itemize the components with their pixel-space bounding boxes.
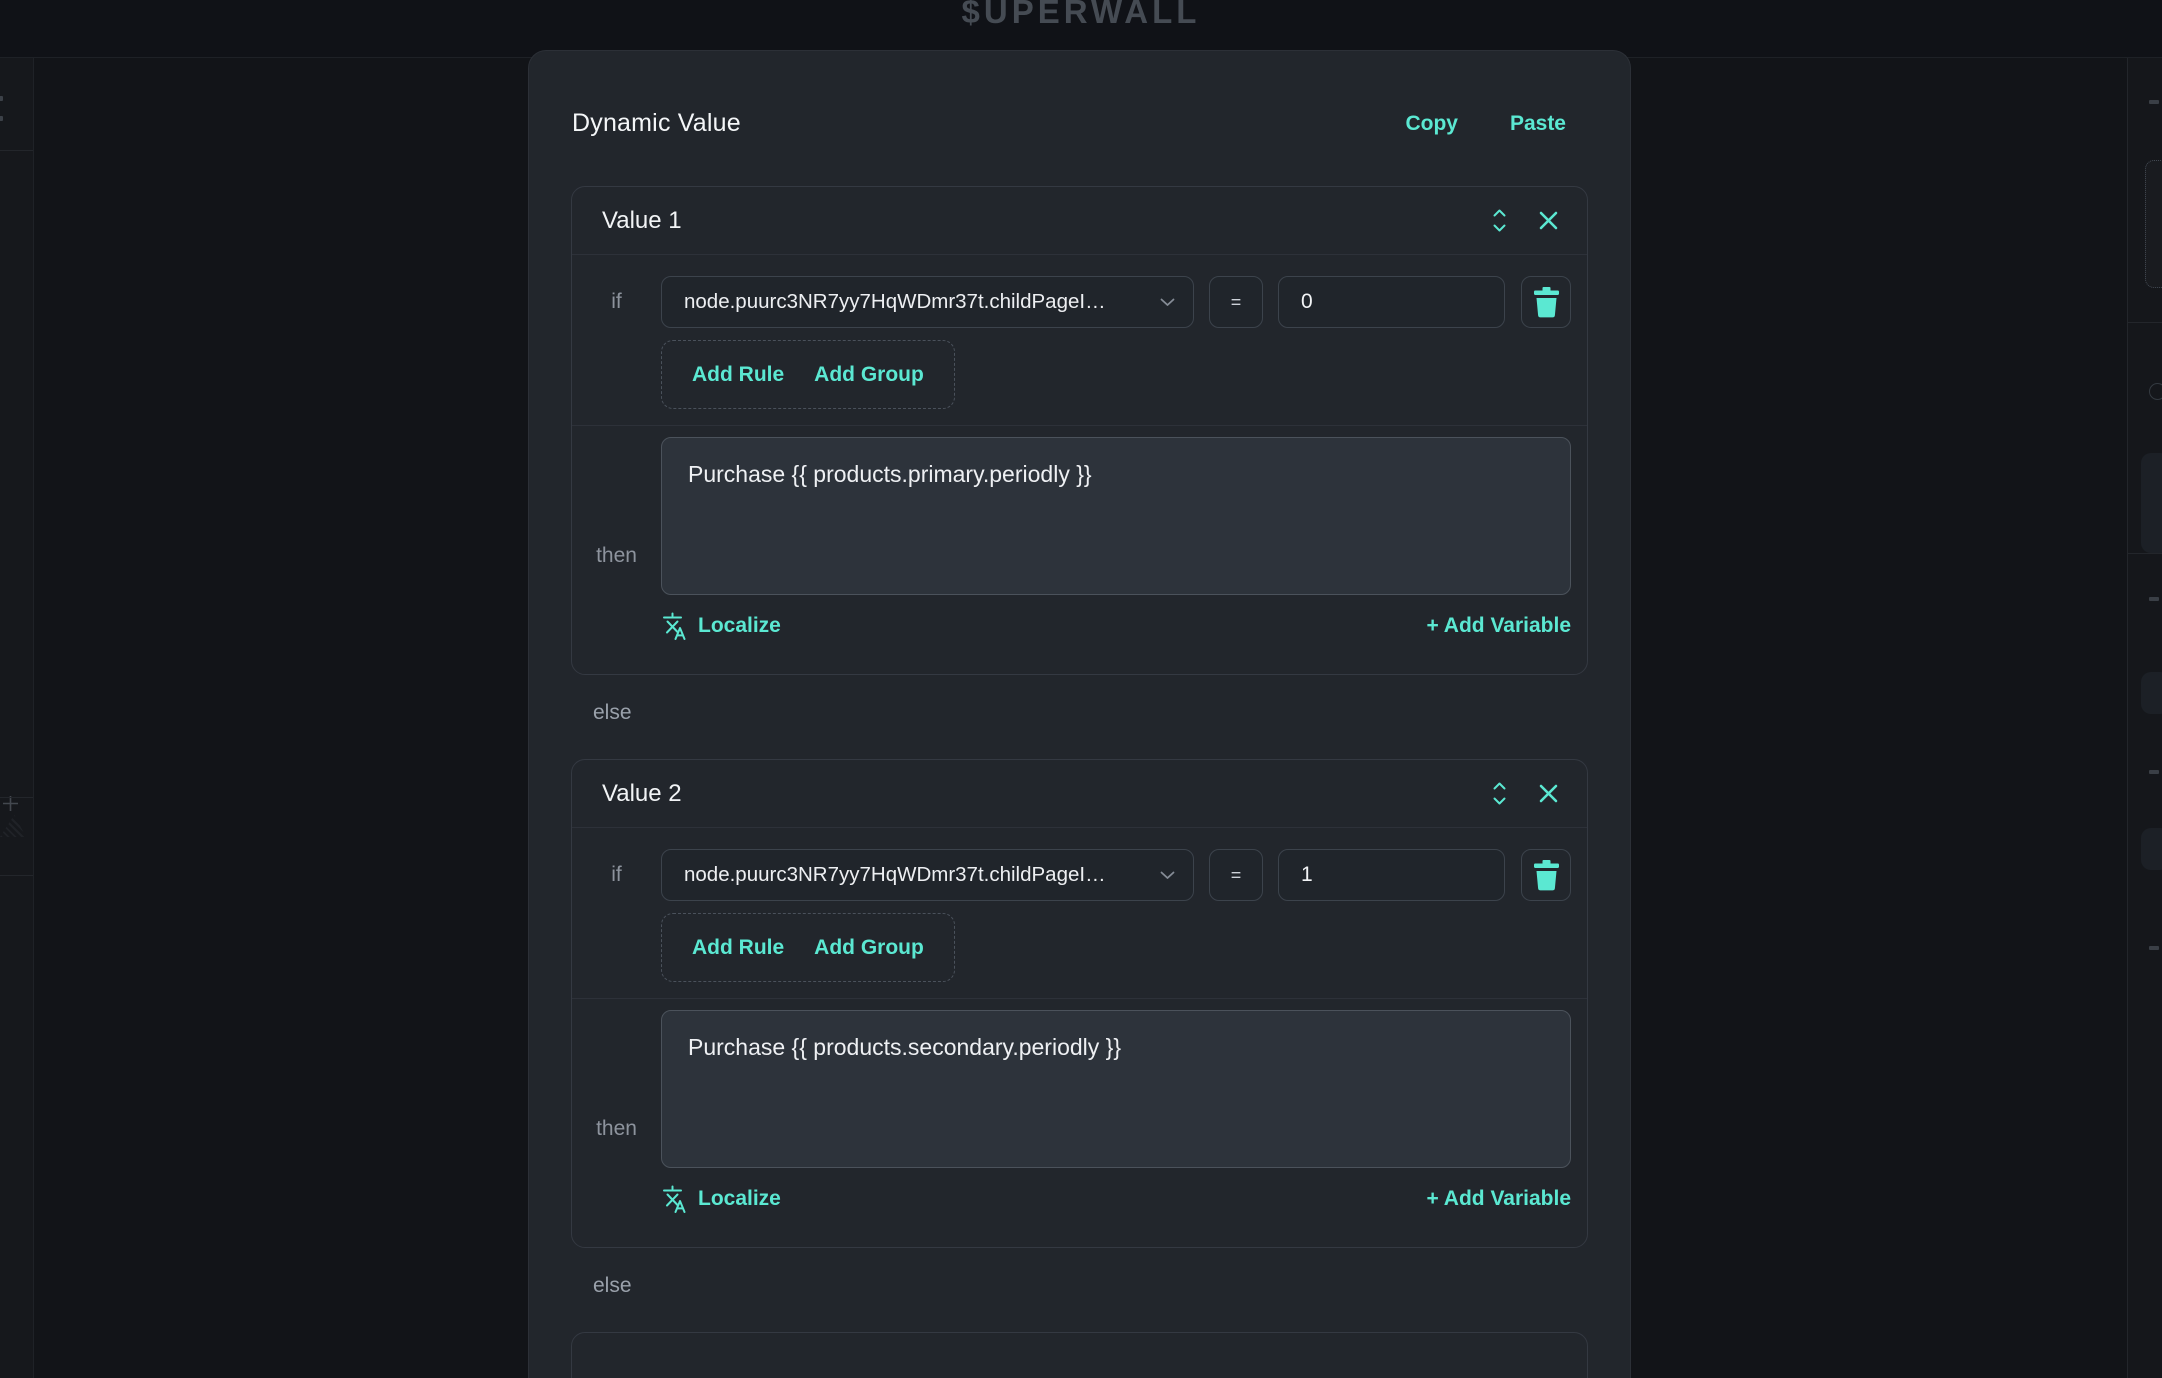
modal-actions: Copy Paste xyxy=(1405,112,1566,136)
add-group-button[interactable]: Add Group xyxy=(814,363,924,387)
value-card-title: Value 2 xyxy=(602,780,682,808)
localize-row: Localize + Add Variable xyxy=(661,1185,1571,1213)
localize-row: Localize + Add Variable xyxy=(661,612,1571,640)
modal-title: Dynamic Value xyxy=(572,109,741,138)
if-label: if xyxy=(572,276,661,328)
add-node-button[interactable] xyxy=(2,795,19,817)
panel-fragment xyxy=(0,96,3,101)
operator-button[interactable]: = xyxy=(1209,276,1263,328)
remove-value-button[interactable] xyxy=(1538,210,1559,231)
if-label: if xyxy=(572,849,661,901)
left-panel-sliver xyxy=(0,58,34,1378)
translate-icon xyxy=(661,1185,686,1213)
if-content: node.puurc3NR7yy7HqWDmr37t.childPageI… = xyxy=(661,276,1571,409)
add-variable-button[interactable]: + Add Variable xyxy=(1426,614,1571,638)
value-card-1: Value 1 if xyxy=(571,186,1588,675)
value-card-controls xyxy=(1491,780,1559,807)
then-content: Purchase {{ products.primary.periodly }}… xyxy=(661,437,1571,674)
copy-button[interactable]: Copy xyxy=(1405,112,1458,136)
move-value-control[interactable] xyxy=(1491,780,1508,807)
add-rule-group-box: Add Rule Add Group xyxy=(661,913,955,982)
else-label: else xyxy=(593,701,1588,725)
chevron-up-down-icon xyxy=(1491,207,1508,234)
right-panel-sliver xyxy=(2127,58,2162,1378)
panel-divider xyxy=(0,797,33,798)
superwall-logo: $UPERWALL xyxy=(0,0,2162,31)
value-card-controls xyxy=(1491,207,1559,234)
else-label: else xyxy=(593,1274,1588,1298)
panel-fragment xyxy=(2141,453,2162,553)
panel-fragment xyxy=(0,116,3,121)
panel-fragment xyxy=(0,815,26,837)
condition-value-input[interactable] xyxy=(1278,849,1505,901)
value-card-header: Value 2 xyxy=(572,760,1587,828)
then-value-textarea[interactable]: Purchase {{ products.primary.periodly }} xyxy=(661,437,1571,595)
move-value-control[interactable] xyxy=(1491,207,1508,234)
trash-icon xyxy=(1533,860,1560,891)
then-section: then Purchase {{ products.primary.period… xyxy=(572,425,1587,674)
translate-icon xyxy=(661,612,686,640)
delete-rule-button[interactable] xyxy=(1521,849,1571,901)
condition-field-value: node.puurc3NR7yy7HqWDmr37t.childPageI… xyxy=(684,863,1148,887)
dynamic-value-modal: Dynamic Value Copy Paste Value 1 xyxy=(528,50,1631,1378)
value-card-2: Value 2 if xyxy=(571,759,1588,1248)
chevron-down-icon xyxy=(1160,298,1175,307)
add-rule-button[interactable]: Add Rule xyxy=(692,936,784,960)
then-value-textarea[interactable]: Purchase {{ products.secondary.periodly … xyxy=(661,1010,1571,1168)
operator-button[interactable]: = xyxy=(1209,849,1263,901)
close-icon xyxy=(1538,783,1559,804)
chevron-down-icon xyxy=(1160,871,1175,880)
panel-divider xyxy=(0,875,33,876)
panel-divider xyxy=(2128,553,2162,554)
value-card-header: Value 1 xyxy=(572,187,1587,255)
condition-field-value: node.puurc3NR7yy7HqWDmr37t.childPageI… xyxy=(684,290,1148,314)
trash-icon xyxy=(1533,287,1560,318)
condition-row: node.puurc3NR7yy7HqWDmr37t.childPageI… = xyxy=(661,849,1571,901)
panel-fragment xyxy=(2141,828,2162,870)
panel-fragment xyxy=(2149,770,2159,774)
condition-field-select[interactable]: node.puurc3NR7yy7HqWDmr37t.childPageI… xyxy=(661,849,1194,901)
localize-label: Localize xyxy=(698,1187,781,1211)
panel-fragment xyxy=(2145,160,2162,288)
modal-header: Dynamic Value Copy Paste xyxy=(571,109,1588,138)
chevron-up-down-icon xyxy=(1491,780,1508,807)
panel-fragment xyxy=(2149,597,2159,601)
value-card-title: Value 1 xyxy=(602,207,682,235)
panel-divider xyxy=(0,150,33,151)
then-label: then xyxy=(572,1010,661,1247)
then-content: Purchase {{ products.secondary.periodly … xyxy=(661,1010,1571,1247)
add-group-button[interactable]: Add Group xyxy=(814,936,924,960)
if-content: node.puurc3NR7yy7HqWDmr37t.childPageI… = xyxy=(661,849,1571,982)
if-section: if node.puurc3NR7yy7HqWDmr37t.childPageI… xyxy=(572,255,1587,425)
remove-value-button[interactable] xyxy=(1538,783,1559,804)
localize-button[interactable]: Localize xyxy=(661,612,781,640)
paste-button[interactable]: Paste xyxy=(1510,112,1566,136)
add-rule-button[interactable]: Add Rule xyxy=(692,363,784,387)
add-variable-button[interactable]: + Add Variable xyxy=(1426,1187,1571,1211)
panel-fragment xyxy=(2141,672,2162,714)
panel-fragment xyxy=(2149,946,2159,950)
condition-row: node.puurc3NR7yy7HqWDmr37t.childPageI… = xyxy=(661,276,1571,328)
localize-button[interactable]: Localize xyxy=(661,1185,781,1213)
add-rule-group-box: Add Rule Add Group xyxy=(661,340,955,409)
then-label: then xyxy=(572,437,661,674)
localize-label: Localize xyxy=(698,614,781,638)
panel-divider xyxy=(2128,322,2162,323)
delete-rule-button[interactable] xyxy=(1521,276,1571,328)
panel-fragment xyxy=(2149,100,2159,104)
panel-fragment xyxy=(2149,383,2162,400)
condition-value-input[interactable] xyxy=(1278,276,1505,328)
then-section: then Purchase {{ products.secondary.peri… xyxy=(572,998,1587,1247)
close-icon xyxy=(1538,210,1559,231)
if-section: if node.puurc3NR7yy7HqWDmr37t.childPageI… xyxy=(572,828,1587,998)
condition-field-select[interactable]: node.puurc3NR7yy7HqWDmr37t.childPageI… xyxy=(661,276,1194,328)
value-card-partial xyxy=(571,1332,1588,1378)
